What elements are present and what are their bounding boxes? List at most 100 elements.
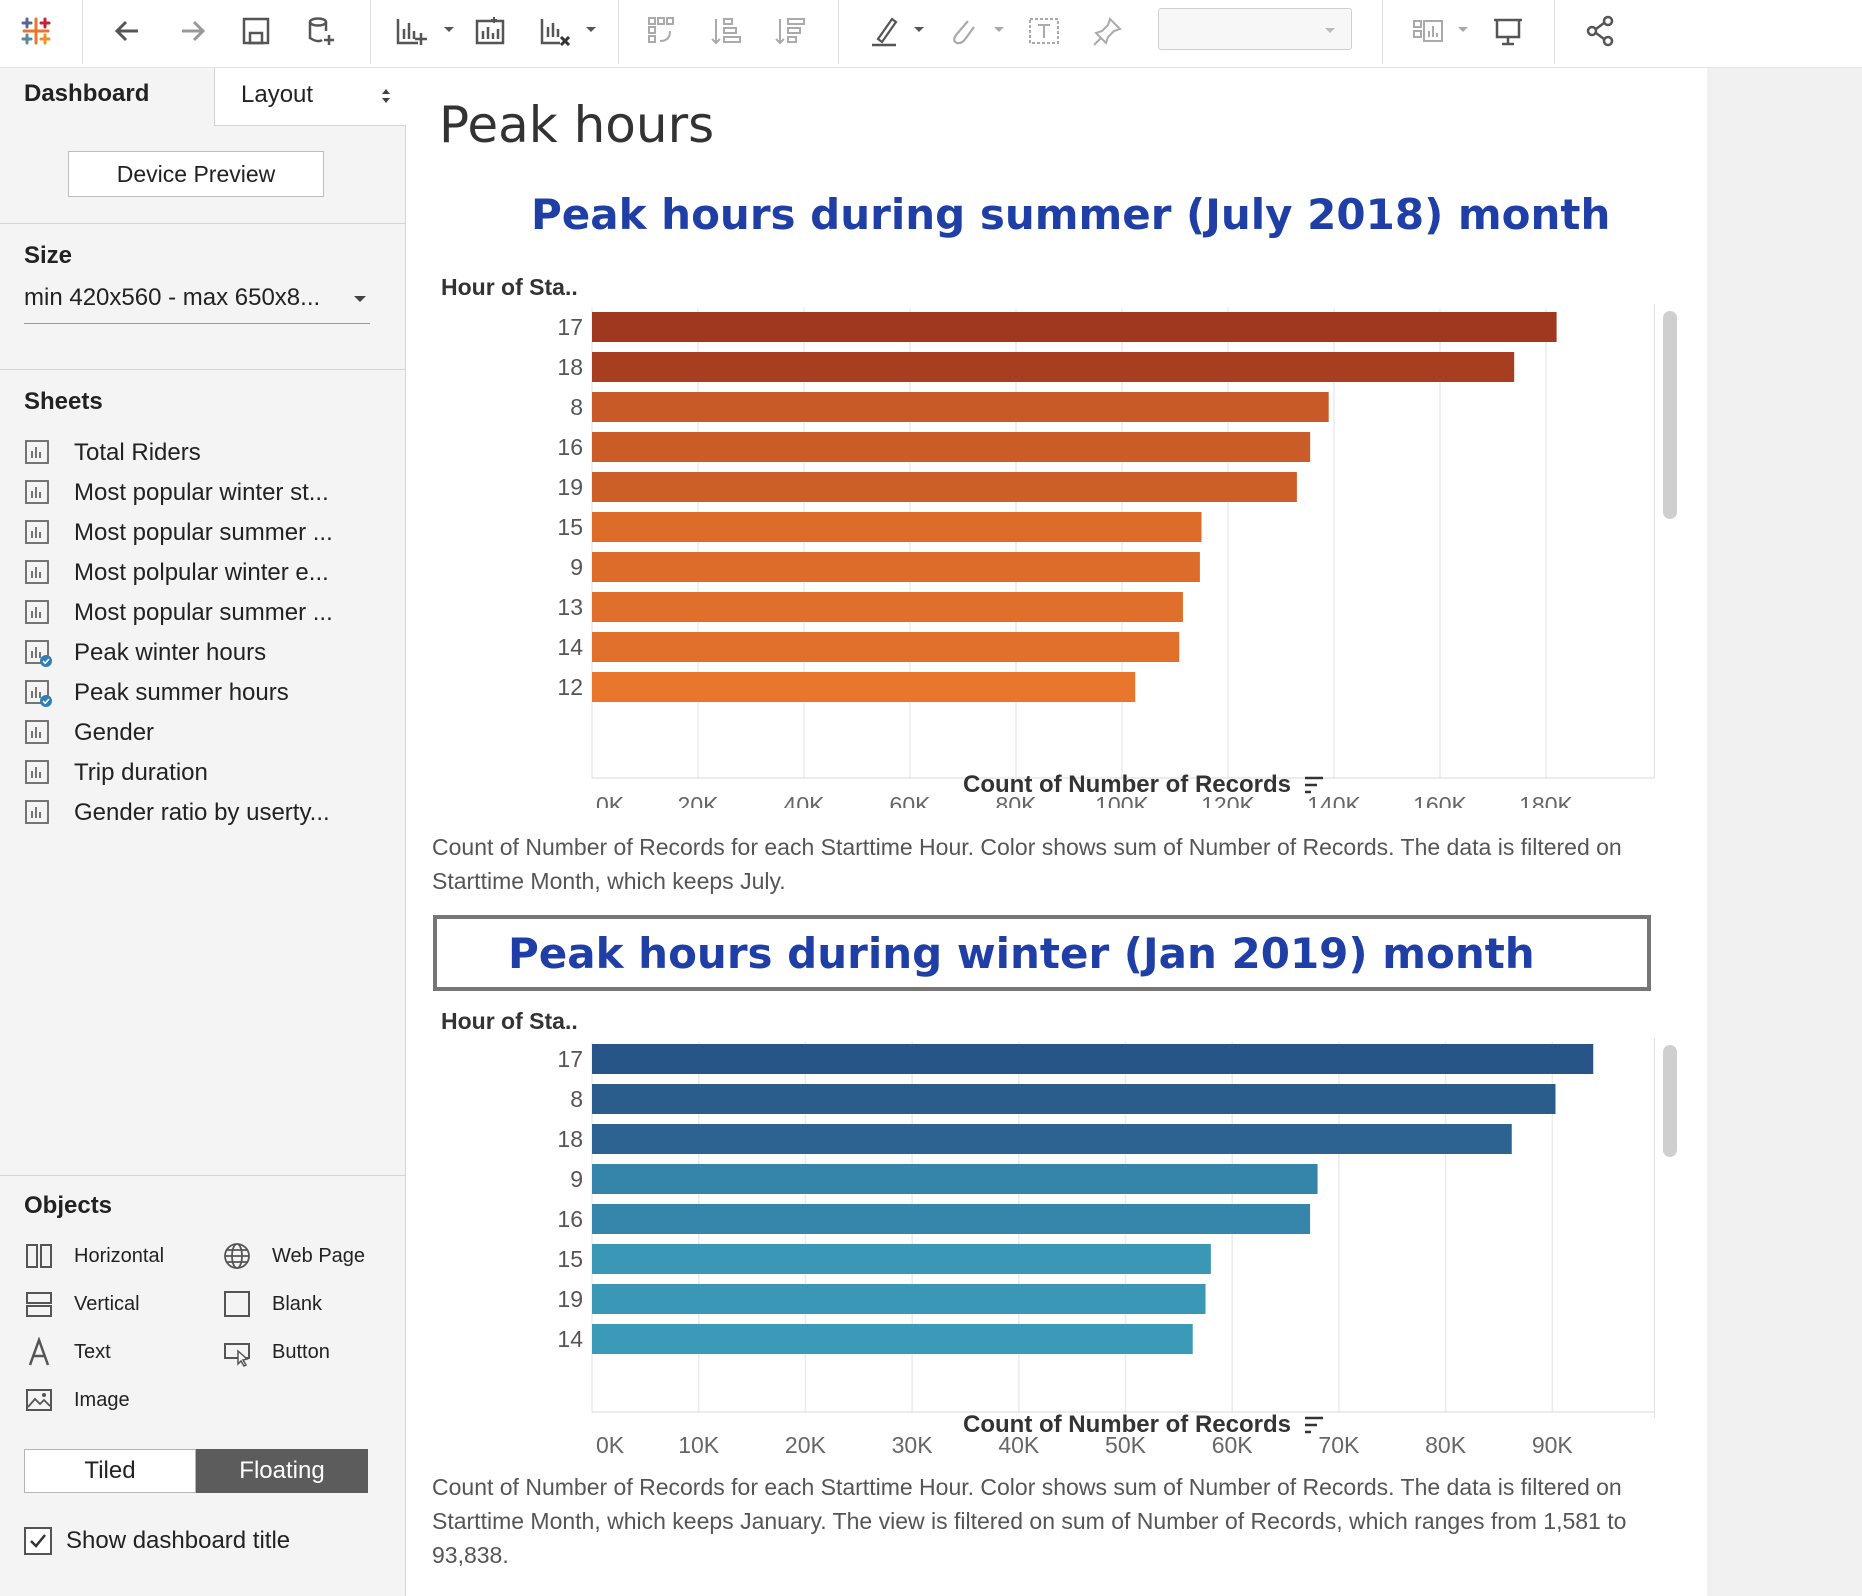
check-badge-icon xyxy=(40,655,52,667)
undo-icon[interactable] xyxy=(100,6,156,56)
floating-button[interactable]: Floating xyxy=(196,1449,368,1493)
new-worksheet-icon[interactable] xyxy=(382,6,438,56)
object-web-page[interactable]: Web Page xyxy=(222,1238,365,1274)
worksheet-icon xyxy=(25,560,49,584)
summer-scrollbar[interactable] xyxy=(1663,311,1677,519)
chevron-down-icon[interactable] xyxy=(1456,22,1470,36)
chevron-down-icon[interactable] xyxy=(442,22,456,36)
winter-category-label: 18 xyxy=(557,1126,583,1152)
summer-bar[interactable] xyxy=(592,432,1311,462)
sheet-item[interactable]: Most popular summer ... xyxy=(24,595,384,631)
summer-bar[interactable] xyxy=(592,672,1136,702)
winter-bar[interactable] xyxy=(592,1044,1594,1074)
pane-tabs: Dashboard Layout xyxy=(0,68,406,126)
sheet-item[interactable]: Peak summer hours xyxy=(24,675,384,711)
summer-bar[interactable] xyxy=(592,312,1557,342)
object-horizontal[interactable]: Horizontal xyxy=(24,1238,164,1274)
checkbox[interactable] xyxy=(24,1527,52,1555)
sheet-item[interactable]: Most popular summer ... xyxy=(24,515,384,551)
sheet-item[interactable]: Gender ratio by userty... xyxy=(24,795,384,831)
chevron-down-icon[interactable] xyxy=(912,22,926,36)
summer-category-label: 15 xyxy=(557,514,583,540)
winter-axis-header[interactable]: Hour of Sta.. xyxy=(441,1008,578,1035)
sheet-item[interactable]: Most polpular winter e... xyxy=(24,555,384,591)
share-icon[interactable] xyxy=(1572,6,1628,56)
sort-icon[interactable] xyxy=(1303,1414,1325,1436)
sheet-item[interactable]: Trip duration xyxy=(24,755,384,791)
winter-bar[interactable] xyxy=(592,1084,1556,1114)
sheet-item[interactable]: Peak winter hours xyxy=(24,635,384,671)
object-blank[interactable]: Blank xyxy=(222,1286,322,1322)
sheet-item-label: Gender xyxy=(74,719,155,746)
show-me-icon[interactable] xyxy=(1400,6,1456,56)
winter-bar[interactable] xyxy=(592,1284,1206,1314)
sheet-item[interactable]: Gender xyxy=(24,715,384,751)
summer-bar[interactable] xyxy=(592,632,1180,662)
sheet-item[interactable]: Most popular winter st... xyxy=(24,475,384,511)
show-labels-icon[interactable] xyxy=(1016,6,1072,56)
check-badge-icon xyxy=(40,695,52,707)
sort-icon[interactable] xyxy=(1303,774,1325,796)
winter-category-label: 19 xyxy=(557,1286,583,1312)
blank-icon xyxy=(224,1291,250,1317)
object-image[interactable]: Image xyxy=(24,1382,130,1418)
sheet-item[interactable]: Total Riders xyxy=(24,435,384,471)
summer-category-label: 12 xyxy=(557,674,583,700)
summer-bar[interactable] xyxy=(592,552,1200,582)
new-data-source-icon[interactable] xyxy=(292,6,348,56)
fit-select[interactable] xyxy=(1158,8,1352,50)
object-label: Web Page xyxy=(272,1244,366,1267)
chevron-down-icon[interactable] xyxy=(584,22,598,36)
winter-chart[interactable]: 178189161519140K 10K 20K 30K 40K 50K 60K 70K 80K… xyxy=(407,1042,1707,1462)
object-button[interactable]: Button xyxy=(222,1334,330,1370)
winter-bar[interactable] xyxy=(592,1324,1193,1354)
object-text[interactable]: Text xyxy=(24,1334,111,1370)
object-label: Image xyxy=(74,1388,130,1411)
winter-bar[interactable] xyxy=(592,1204,1311,1234)
chevron-down-icon[interactable] xyxy=(992,22,1006,36)
device-preview-button[interactable]: Device Preview xyxy=(68,151,324,197)
save-icon[interactable] xyxy=(228,6,284,56)
sort-descending-icon[interactable] xyxy=(762,6,818,56)
summer-category-label: 8 xyxy=(570,394,583,420)
group-icon[interactable] xyxy=(934,6,990,56)
show-dashboard-title-checkbox[interactable]: Show dashboard title xyxy=(24,1524,290,1558)
size-value: min 420x560 - max 650x8... xyxy=(24,284,321,311)
summer-bar[interactable] xyxy=(592,512,1202,542)
tableau-logo-icon[interactable] xyxy=(8,6,64,56)
winter-x-axis-title: Count of Number of Records xyxy=(963,1411,1325,1439)
winter-scrollbar[interactable] xyxy=(1663,1045,1677,1157)
summer-bar[interactable] xyxy=(592,472,1297,502)
swap-rows-columns-icon[interactable] xyxy=(634,6,690,56)
new-dashboard-icon[interactable] xyxy=(462,6,518,56)
winter-bar[interactable] xyxy=(592,1124,1512,1154)
summer-axis-header[interactable]: Hour of Sta.. xyxy=(441,274,578,301)
clear-sheet-icon[interactable] xyxy=(526,6,582,56)
summer-bar[interactable] xyxy=(592,392,1329,422)
tab-layout[interactable]: Layout xyxy=(214,68,406,126)
worksheet-icon xyxy=(25,760,49,784)
size-select[interactable]: min 420x560 - max 650x8... xyxy=(24,284,370,324)
globe-icon xyxy=(224,1243,250,1269)
divider xyxy=(0,223,406,224)
object-label: Text xyxy=(74,1340,111,1363)
tab-dashboard[interactable]: Dashboard xyxy=(0,68,214,124)
winter-tick-label: 90K xyxy=(1532,1432,1574,1458)
winter-tick-label: 80K xyxy=(1425,1432,1467,1458)
presentation-mode-icon[interactable] xyxy=(1480,6,1536,56)
summer-bar[interactable] xyxy=(592,352,1515,382)
winter-title-box[interactable]: Peak hours during winter (Jan 2019) mont… xyxy=(433,915,1651,991)
left-pane: Dashboard Layout Device Preview Size min… xyxy=(0,68,406,1596)
redo-icon[interactable] xyxy=(164,6,220,56)
sort-ascending-icon[interactable] xyxy=(698,6,754,56)
scroll-track xyxy=(1654,304,1655,778)
winter-bar[interactable] xyxy=(592,1164,1318,1194)
fix-axes-icon[interactable] xyxy=(1080,6,1136,56)
object-label: Button xyxy=(272,1340,330,1363)
tiled-button[interactable]: Tiled xyxy=(24,1449,196,1493)
object-vertical[interactable]: Vertical xyxy=(24,1286,140,1322)
summer-bar[interactable] xyxy=(592,592,1183,622)
winter-bar[interactable] xyxy=(592,1244,1211,1274)
summer-chart[interactable]: 1718816191591314120K 20K 40K 60K 80K 100K 120K… xyxy=(407,308,1707,808)
highlight-icon[interactable] xyxy=(856,6,912,56)
